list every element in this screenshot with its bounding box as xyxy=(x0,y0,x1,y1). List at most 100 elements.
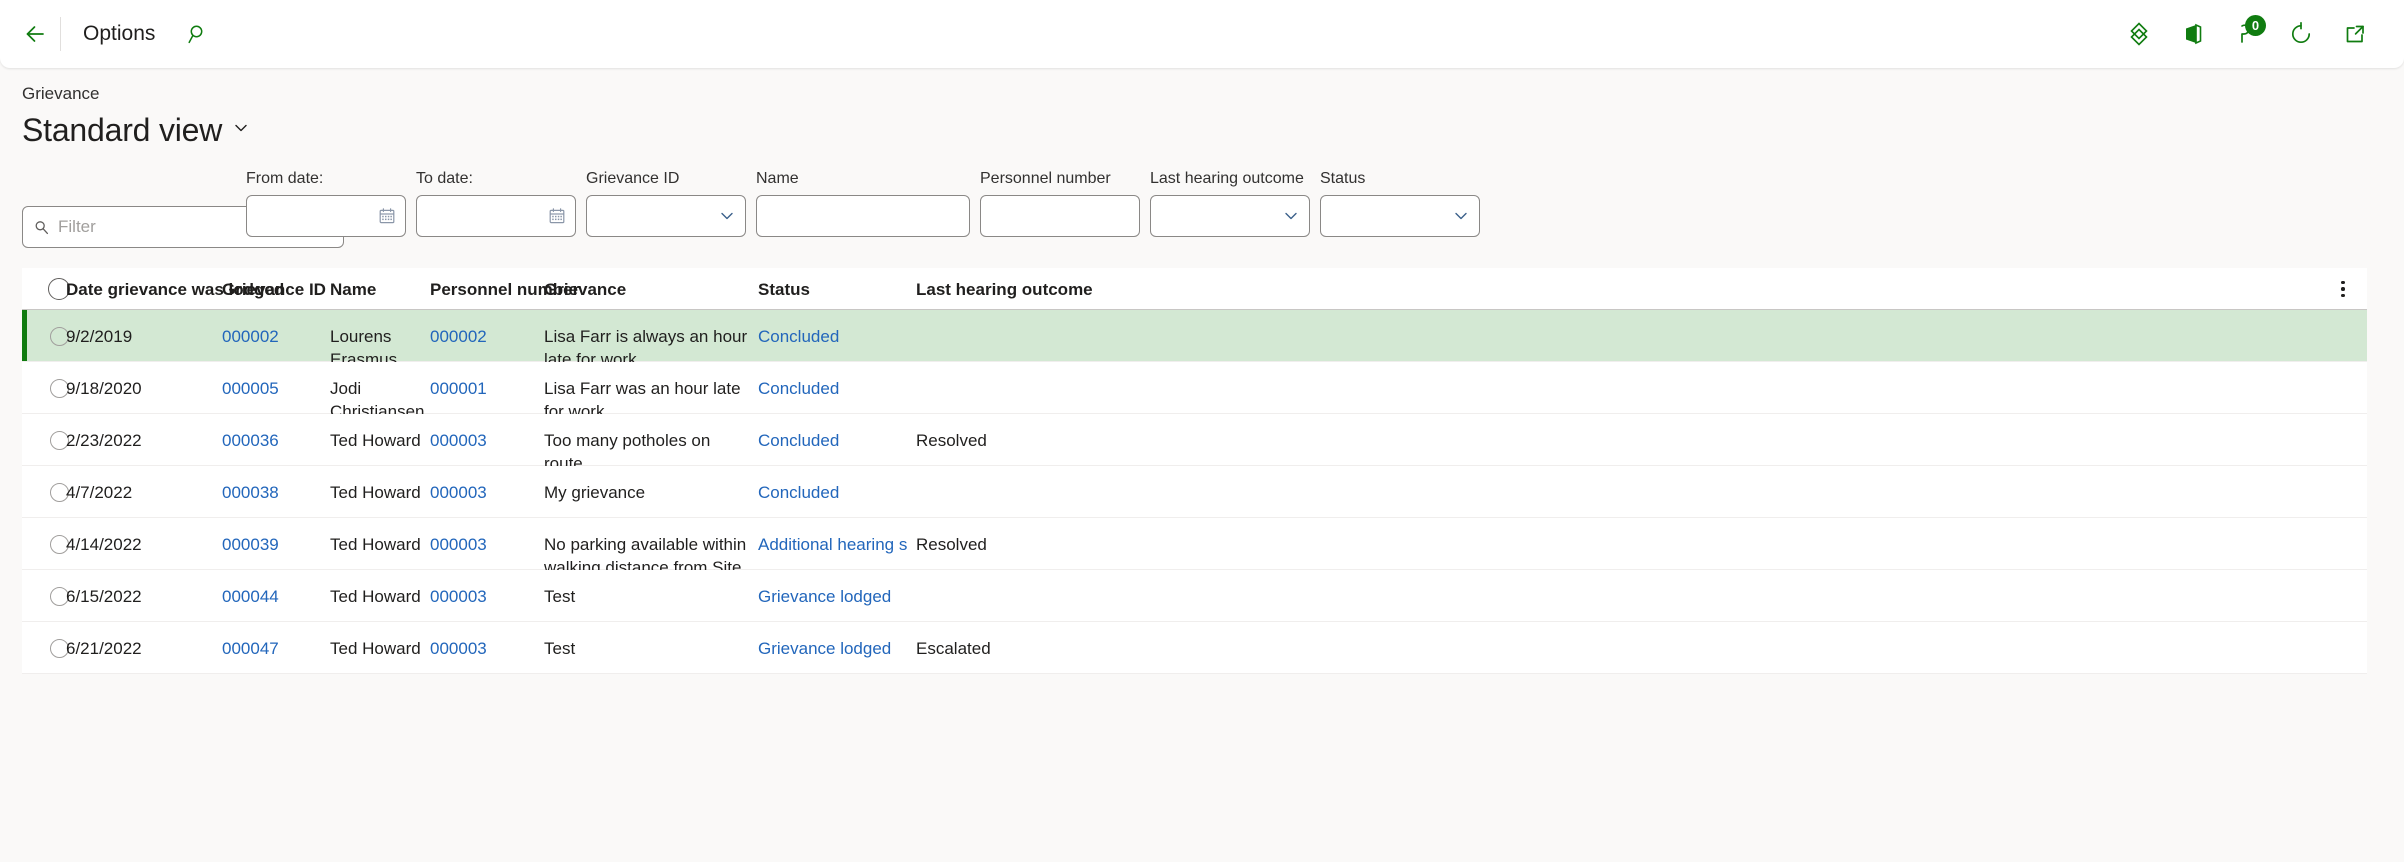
name-filter-input[interactable] xyxy=(756,195,970,237)
notification-count-badge: 0 xyxy=(2245,15,2266,36)
cell-status[interactable]: Additional hearing s xyxy=(758,534,913,557)
personnel-number-filter-label: Personnel number xyxy=(980,170,1111,187)
cell-grievance-id[interactable]: 000038 xyxy=(222,482,322,505)
cell-name: Ted Howard xyxy=(330,639,421,658)
column-header-grievance[interactable]: Grievance xyxy=(544,280,626,300)
table-row[interactable]: 6/15/2022 000044 Ted Howard 000003 Test Griev… xyxy=(22,570,2367,622)
status-filter-label: Status xyxy=(1320,170,1366,187)
grievance-id-field[interactable] xyxy=(597,196,735,236)
cell-name: Ted Howard xyxy=(330,431,421,450)
cell-personnel-number[interactable]: 000002 xyxy=(430,326,540,349)
cell-grievance: My grievance xyxy=(544,483,646,502)
topbar-actions: 0 xyxy=(2112,7,2404,61)
cell-status[interactable]: Grievance lodged xyxy=(758,586,913,609)
refresh-icon[interactable] xyxy=(2274,7,2328,61)
cell-status[interactable]: Concluded xyxy=(758,326,913,349)
cell-grievance-id[interactable]: 000002 xyxy=(222,326,322,349)
status-filter-field[interactable] xyxy=(1331,196,1469,236)
personnel-number-filter-field[interactable] xyxy=(991,196,1129,236)
table-row[interactable]: 4/7/2022 000038 Ted Howard 000003 My grievan… xyxy=(22,466,2367,518)
last-hearing-outcome-select[interactable] xyxy=(1150,195,1310,237)
search-icon xyxy=(33,219,50,236)
page-title-dropdown[interactable]: Standard view xyxy=(22,112,250,149)
grid-body: 9/2/2019 000002 Lourens Erasmus 000002 Lisa … xyxy=(22,310,2367,674)
cell-name: Ted Howard xyxy=(330,587,421,606)
cell-name: Ted Howard xyxy=(330,535,421,554)
cell-status[interactable]: Grievance lodged xyxy=(758,638,913,661)
notifications-flag-icon[interactable]: 0 xyxy=(2220,7,2274,61)
breadcrumb[interactable]: Grievance xyxy=(22,84,99,104)
cell-personnel-number[interactable]: 000003 xyxy=(430,586,540,609)
chevron-down-icon[interactable] xyxy=(1282,207,1300,225)
options-menu-button[interactable]: Options xyxy=(69,22,169,46)
status-filter-group: Status xyxy=(1320,170,1480,237)
cell-grievance: Test xyxy=(544,587,576,606)
cell-status[interactable]: Concluded xyxy=(758,378,913,401)
last-hearing-outcome-filter-label: Last hearing outcome xyxy=(1150,170,1304,187)
grievance-id-select[interactable] xyxy=(586,195,746,237)
cell-grievance-id[interactable]: 000047 xyxy=(222,638,322,661)
cell-name: Ted Howard xyxy=(330,483,421,502)
personnel-number-filter-group: Personnel number xyxy=(980,170,1140,237)
last-hearing-outcome-filter-group: Last hearing outcome xyxy=(1150,170,1310,237)
cell-date: 9/2/2019 xyxy=(66,327,133,346)
from-date-label: From date: xyxy=(246,170,324,187)
open-in-new-window-icon[interactable] xyxy=(2328,7,2382,61)
chevron-down-icon[interactable] xyxy=(232,119,250,142)
page-title: Standard view xyxy=(22,112,223,148)
topbar-divider xyxy=(60,17,61,51)
office-apps-icon[interactable] xyxy=(2166,7,2220,61)
chevron-down-icon[interactable] xyxy=(718,207,736,225)
grid-header-row: Date grievance was lodged Grievance ID N… xyxy=(22,268,2367,310)
grid-options-menu-icon[interactable] xyxy=(2331,277,2355,301)
column-header-status[interactable]: Status xyxy=(758,280,810,300)
calendar-icon[interactable] xyxy=(378,207,396,225)
name-filter-field[interactable] xyxy=(767,196,959,236)
cell-personnel-number[interactable]: 000003 xyxy=(430,430,540,453)
from-date-field[interactable] xyxy=(257,196,395,236)
grievance-id-filter-label: Grievance ID xyxy=(586,170,680,187)
table-row[interactable]: 9/2/2019 000002 Lourens Erasmus 000002 Lisa … xyxy=(22,310,2367,369)
column-header-grievance-id[interactable]: Grievance ID xyxy=(222,280,326,300)
to-date-field[interactable] xyxy=(427,196,565,236)
cell-last-hearing-outcome: Escalated xyxy=(916,639,991,658)
cell-personnel-number[interactable]: 000003 xyxy=(430,638,540,661)
top-command-bar: Options 0 xyxy=(0,0,2404,68)
cell-personnel-number[interactable]: 000003 xyxy=(430,482,540,505)
last-hearing-outcome-field[interactable] xyxy=(1161,196,1299,236)
search-icon[interactable] xyxy=(177,13,219,55)
grievance-grid: Date grievance was lodged Grievance ID N… xyxy=(22,268,2367,674)
column-header-last-hearing-outcome[interactable]: Last hearing outcome xyxy=(916,280,1093,300)
back-arrow-icon[interactable] xyxy=(12,12,56,56)
grievance-id-filter-group: Grievance ID xyxy=(586,170,746,237)
cell-status[interactable]: Concluded xyxy=(758,430,913,453)
cell-grievance-id[interactable]: 000005 xyxy=(222,378,322,401)
to-date-input[interactable] xyxy=(416,195,576,237)
cell-grievance-id[interactable]: 000039 xyxy=(222,534,322,557)
cell-date: 2/23/2022 xyxy=(66,431,142,450)
cell-grievance-id[interactable]: 000044 xyxy=(222,586,322,609)
table-row[interactable]: 4/14/2022 000039 Ted Howard 000003 No parkin… xyxy=(22,518,2367,600)
cell-grievance-id[interactable]: 000036 xyxy=(222,430,322,453)
column-header-name[interactable]: Name xyxy=(330,280,376,300)
from-date-group: From date: xyxy=(246,170,406,237)
cell-personnel-number[interactable]: 000001 xyxy=(430,378,540,401)
name-filter-label: Name xyxy=(756,170,799,187)
cell-last-hearing-outcome: Resolved xyxy=(916,431,987,450)
filter-bar: From date: To date: xyxy=(0,170,2404,262)
cell-date: 6/21/2022 xyxy=(66,639,142,658)
to-date-label: To date: xyxy=(416,170,473,187)
dynamics-diamond-icon[interactable] xyxy=(2112,7,2166,61)
chevron-down-icon[interactable] xyxy=(1452,207,1470,225)
cell-personnel-number[interactable]: 000003 xyxy=(430,534,540,557)
personnel-number-filter-input[interactable] xyxy=(980,195,1140,237)
calendar-icon[interactable] xyxy=(548,207,566,225)
table-row[interactable]: 9/18/2020 000005 Jodi Christiansen 000001 Li… xyxy=(22,362,2367,421)
table-row[interactable]: 2/23/2022 000036 Ted Howard 000003 Too many … xyxy=(22,414,2367,473)
cell-date: 6/15/2022 xyxy=(66,587,142,606)
cell-status[interactable]: Concluded xyxy=(758,482,913,505)
cell-grievance: Test xyxy=(544,639,576,658)
table-row[interactable]: 6/21/2022 000047 Ted Howard 000003 Test Griev… xyxy=(22,622,2367,674)
from-date-input[interactable] xyxy=(246,195,406,237)
status-select[interactable] xyxy=(1320,195,1480,237)
